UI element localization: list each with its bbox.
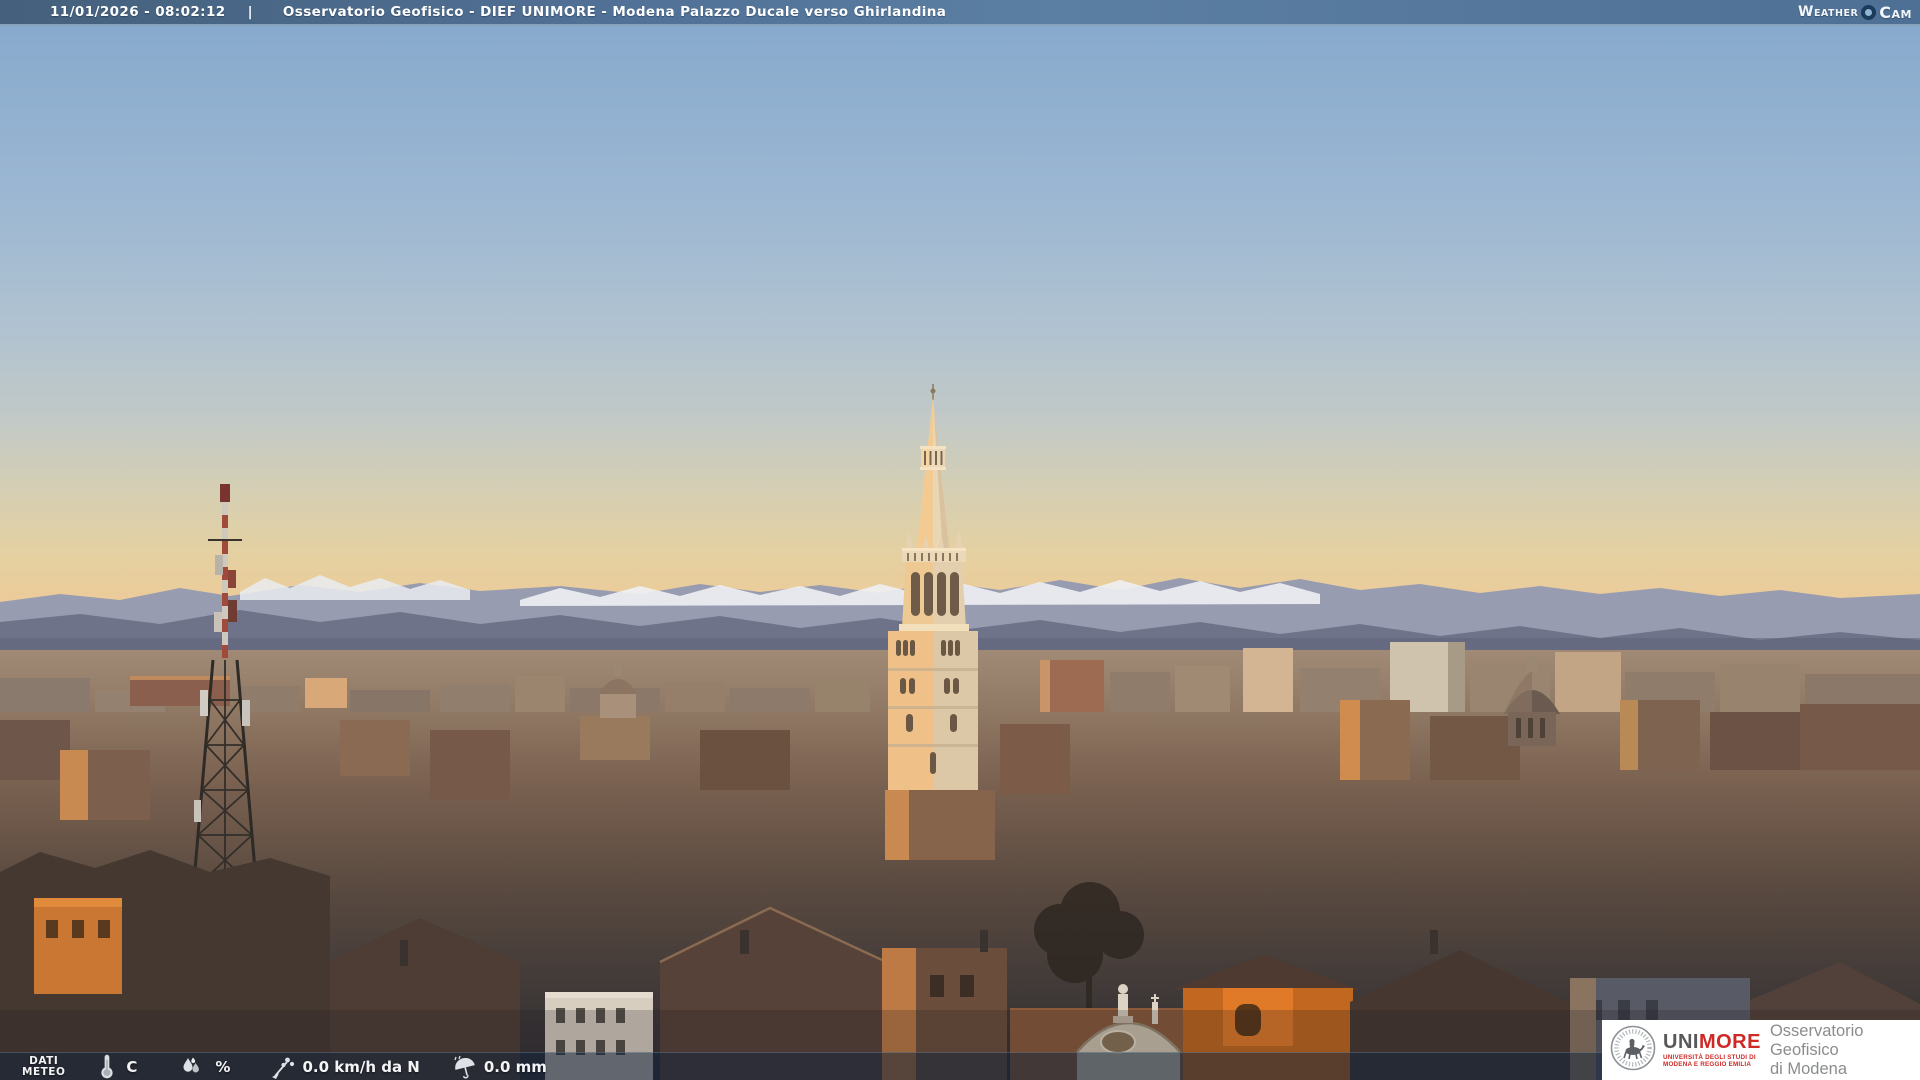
camera-title: Osservatorio Geofisico - DIEF UNIMORE - …	[283, 4, 946, 20]
weathercam-weather-text: Weather	[1798, 4, 1858, 20]
separator: |	[248, 4, 253, 20]
water-drops-icon	[179, 1055, 203, 1079]
umbrella-icon	[452, 1055, 478, 1079]
university-seal-icon	[1609, 1024, 1657, 1077]
observatory-name-line2: di Modena	[1770, 1060, 1920, 1079]
wind-value: 0.0 km/h da N	[302, 1058, 419, 1076]
unimore-uni-text: UNI	[1663, 1031, 1699, 1053]
webcam-photo	[0, 0, 1920, 1080]
rain-value: 0.0 mm	[484, 1058, 547, 1076]
sky	[0, 0, 1920, 618]
anemometer-icon	[270, 1055, 296, 1079]
weathercam-cam-text: Cam	[1879, 3, 1912, 22]
meteo-label-line1: DATI	[22, 1056, 65, 1067]
observatory-name: Osservatorio Geofisico di Modena	[1770, 1022, 1920, 1079]
unimore-more-text: MORE	[1699, 1031, 1761, 1053]
unimore-subtitle-line1: UNIVERSITÀ DEGLI STUDI DI	[1663, 1054, 1761, 1061]
unimore-logo-box: UNIMORE UNIVERSITÀ DEGLI STUDI DI MODENA…	[1602, 1020, 1920, 1080]
observatory-name-line1: Osservatorio Geofisico	[1770, 1022, 1920, 1060]
humidity-unit: %	[215, 1058, 230, 1076]
unimore-wordmark: UNIMORE UNIVERSITÀ DEGLI STUDI DI MODENA…	[1663, 1032, 1761, 1068]
meteo-label: DATI METEO	[22, 1056, 65, 1078]
unimore-subtitle-line2: MODENA E REGGIO EMILIA	[1663, 1061, 1761, 1068]
webcam-frame: 11/01/2026 - 08:02:12 | Osservatorio Geo…	[0, 0, 1920, 1080]
timestamp: 11/01/2026 - 08:02:12	[50, 4, 226, 20]
temperature-unit: C	[126, 1058, 137, 1076]
meteo-label-line2: METEO	[22, 1067, 65, 1078]
thermometer-icon	[99, 1054, 114, 1079]
header-bar: 11/01/2026 - 08:02:12 | Osservatorio Geo…	[0, 0, 1920, 26]
weathercam-logo: Weather Cam	[1798, 0, 1912, 24]
globe-icon	[1861, 5, 1876, 20]
